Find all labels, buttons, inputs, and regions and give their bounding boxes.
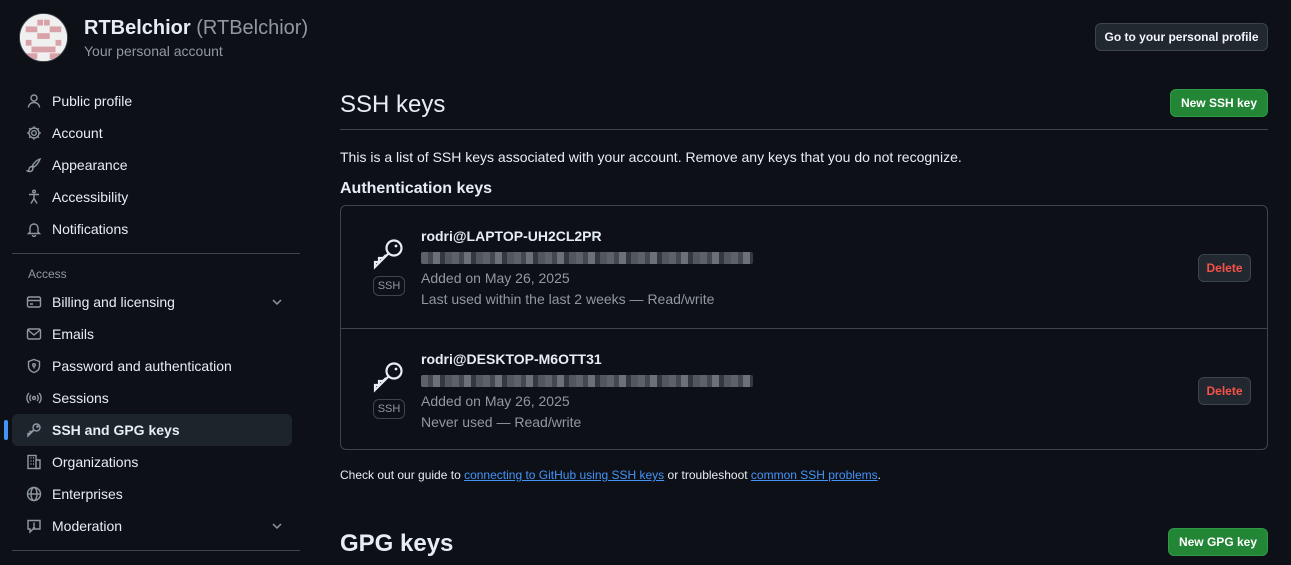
sidebar-item-billing[interactable]: Billing and licensing [12, 286, 292, 318]
connecting-ssh-guide-link[interactable]: connecting to GitHub using SSH keys [464, 468, 664, 482]
sidebar-item-password-authentication[interactable]: Password and authentication [12, 350, 292, 382]
identicon-image [20, 14, 67, 61]
ssh-keys-title: SSH keys [340, 91, 446, 118]
chevron-down-icon[interactable] [270, 519, 284, 533]
authentication-keys-heading: Authentication keys [340, 180, 493, 197]
redacted-fingerprint [421, 375, 753, 387]
ssh-section-header: SSH keys New SSH key [340, 85, 1268, 130]
shield-lock-icon [26, 358, 42, 374]
ssh-type-badge: SSH [373, 399, 405, 419]
sidebar-item-emails[interactable]: Emails [12, 318, 292, 350]
ssh-key-last-used: Last used within the last 2 weeks — Read… [421, 291, 715, 307]
ssh-problems-link[interactable]: common SSH problems [751, 468, 878, 482]
user-login: (RTBelchior) [196, 17, 309, 39]
ssh-key-last-used: Never used — Read/write [421, 414, 582, 430]
guide-suffix: . [877, 468, 881, 482]
ssh-key-title: rodri@LAPTOP-UH2CL2PR [421, 228, 602, 244]
mail-icon [26, 326, 42, 342]
sidebar-item-enterprises[interactable]: Enterprises [12, 478, 292, 510]
sidebar-item-label: Emails [52, 326, 95, 342]
settings-sidebar: Public profile Account Appearance Access… [4, 85, 300, 559]
sidebar-item-label: Accessibility [52, 189, 129, 205]
broadcast-icon [26, 390, 42, 406]
sidebar-item-appearance[interactable]: Appearance [12, 149, 292, 181]
sidebar-item-accessibility[interactable]: Accessibility [12, 181, 292, 213]
gear-icon [26, 125, 42, 141]
sidebar-divider [12, 550, 300, 551]
delete-ssh-key-button[interactable]: Delete [1198, 254, 1251, 282]
paintbrush-icon [26, 157, 42, 173]
chevron-down-icon[interactable] [270, 295, 284, 309]
ssh-type-badge: SSH [373, 276, 405, 296]
new-ssh-key-button[interactable]: New SSH key [1170, 89, 1268, 117]
sidebar-divider [12, 253, 300, 254]
sidebar-item-label: Public profile [52, 93, 133, 109]
guide-prefix: Check out our guide to [340, 468, 465, 482]
user-name[interactable]: RTBelchior (RTBelchior) [84, 17, 308, 40]
sidebar-item-notifications[interactable]: Notifications [12, 213, 292, 245]
gpg-section-header: GPG keys New GPG key [340, 525, 1268, 565]
sidebar-item-label: Appearance [52, 157, 128, 173]
ssh-key-item: SSH rodri@DESKTOP-M6OTT31 Added on May 2… [341, 328, 1267, 450]
organization-icon [26, 454, 42, 470]
sidebar-item-label: Organizations [52, 454, 139, 470]
person-icon [26, 93, 42, 109]
delete-ssh-key-button[interactable]: Delete [1198, 377, 1251, 405]
sidebar-heading-access: Access [28, 267, 67, 281]
report-icon [26, 518, 42, 534]
key-icon [26, 422, 42, 438]
accessibility-icon [26, 189, 42, 205]
gpg-keys-title: GPG keys [340, 530, 454, 557]
sidebar-item-sessions[interactable]: Sessions [12, 382, 292, 414]
sidebar-item-label: SSH and GPG keys [52, 422, 180, 438]
sidebar-item-moderation[interactable]: Moderation [12, 510, 292, 542]
new-gpg-key-button[interactable]: New GPG key [1168, 528, 1268, 556]
redacted-fingerprint [421, 252, 753, 264]
sidebar-item-ssh-gpg-keys[interactable]: SSH and GPG keys [4, 414, 292, 446]
ssh-key-list: SSH rodri@LAPTOP-UH2CL2PR Added on May 2… [340, 205, 1268, 450]
sidebar-item-label: Billing and licensing [52, 294, 175, 310]
ssh-key-title: rodri@DESKTOP-M6OTT31 [421, 351, 602, 367]
ssh-key-item: SSH rodri@LAPTOP-UH2CL2PR Added on May 2… [341, 206, 1267, 328]
sidebar-item-public-profile[interactable]: Public profile [12, 85, 292, 117]
sidebar-item-organizations[interactable]: Organizations [12, 446, 292, 478]
main-content: SSH keys New SSH key This is a list of S… [340, 85, 1268, 557]
account-type-label: Your personal account [84, 43, 223, 59]
sidebar-item-account[interactable]: Account [12, 117, 292, 149]
sidebar-item-label: Moderation [52, 518, 123, 534]
sidebar-item-label: Enterprises [52, 486, 123, 502]
globe-icon [26, 486, 42, 502]
user-header: RTBelchior (RTBelchior) Your personal ac… [19, 13, 1268, 63]
sidebar-item-label: Account [52, 125, 103, 141]
guide-middle: or troubleshoot [664, 468, 751, 482]
ssh-key-added-date: Added on May 26, 2025 [421, 270, 570, 286]
sidebar-item-label: Notifications [52, 221, 129, 237]
ssh-guide-text: Check out our guide to connecting to Git… [340, 468, 881, 482]
user-display-name: RTBelchior [84, 17, 191, 39]
key-icon [372, 359, 406, 393]
ssh-key-added-date: Added on May 26, 2025 [421, 393, 570, 409]
sidebar-item-label: Password and authentication [52, 358, 232, 374]
ssh-intro-text: This is a list of SSH keys associated wi… [340, 149, 962, 165]
key-icon [372, 236, 406, 270]
go-to-profile-button[interactable]: Go to your personal profile [1095, 23, 1268, 51]
bell-icon [26, 221, 42, 237]
sidebar-item-label: Sessions [52, 390, 109, 406]
avatar[interactable] [19, 13, 68, 62]
credit-card-icon [26, 294, 42, 310]
